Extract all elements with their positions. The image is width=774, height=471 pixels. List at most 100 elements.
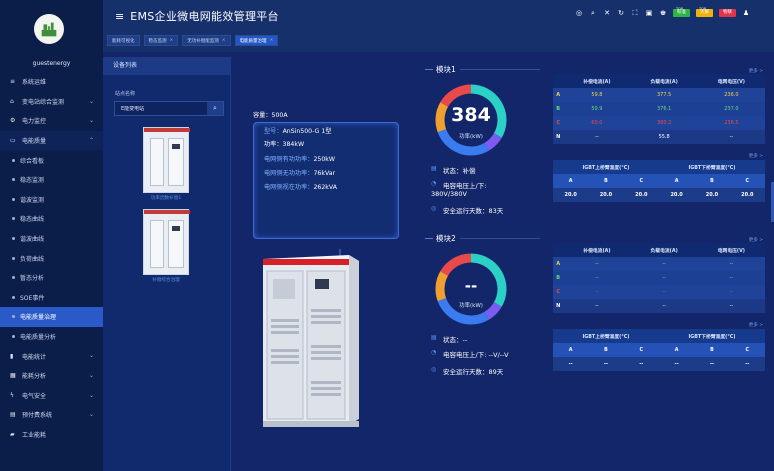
igbt-table: IGBT上桥臂温度(°C) IGBT下桥臂温度(°C) A B C A B C 20.0 20.0… [553, 160, 765, 202]
table-cell: -- [658, 357, 695, 371]
column-header: 补偿电流(A) [563, 74, 631, 88]
sidebar-item[interactable]: 电能质量治理 [0, 307, 103, 327]
search-icon[interactable]: ⌕ [207, 102, 223, 115]
gauge-icon: ◔ [431, 180, 437, 187]
sidebar-item[interactable]: ▤ 预付费系统 ⌄ [0, 405, 103, 425]
menu-icon: ≡ [10, 78, 16, 86]
breadcrumb-label: 无功补偿能监测 [187, 38, 219, 44]
sidebar-item[interactable]: 稳态曲线 [0, 209, 103, 229]
column-header: A [658, 174, 695, 188]
device-list-title: 设备列表 [103, 57, 231, 75]
table-cell: -- [563, 257, 631, 271]
chevron-icon: ⌄ [88, 352, 94, 360]
table-cell: 20.0 [588, 188, 624, 202]
module-title: 模块2 [425, 233, 540, 244]
status-badge[interactable]: TOP 大屏 [696, 7, 713, 17]
phase-name: N [553, 130, 564, 144]
device-card[interactable]: 功率因数补偿1 [143, 127, 190, 201]
chevron-icon: ⌃ [88, 136, 94, 144]
breadcrumb-tab[interactable]: 稳态监测 × [143, 35, 179, 46]
bar-chart-icon: ▮ [10, 352, 14, 360]
sidebar-item[interactable]: 综合看板 [0, 150, 103, 170]
bolt-icon: ϟ [10, 391, 14, 399]
wallet-icon: ▤ [10, 411, 16, 419]
status-badge[interactable]: TOP 标准 [673, 7, 690, 17]
table-cell: -- [697, 299, 765, 313]
fullscreen-icon[interactable]: ⛶ [631, 9, 639, 17]
sidebar-item[interactable]: 暂态分析 [0, 268, 103, 288]
sidebar-item[interactable]: ▮ 电能统计 ⌄ [0, 346, 103, 366]
device-card[interactable]: 补偿综合治理 [143, 209, 190, 283]
mute-icon[interactable]: ✕ [603, 9, 611, 17]
column-header: IGBT下桥臂温度(°C) [658, 329, 765, 343]
device-list-panel: 设备列表 站点名称 ⌕ 功率因数补偿1 补偿综合治理 [103, 57, 231, 471]
gauge-label: 功率(kW) [459, 134, 483, 140]
sidebar-item-label: 电力监控 [22, 118, 47, 126]
column-header: B [588, 174, 624, 188]
close-icon[interactable]: × [170, 38, 174, 43]
table-cell: 380.2 [630, 116, 698, 130]
voltage-wrap: 电容电压上/下: --V/--V [443, 349, 509, 359]
more-link[interactable]: 更多 > [749, 322, 763, 328]
safe-days-value: 安全运行天数：83天 [443, 207, 504, 215]
more-link[interactable]: 更多 > [749, 153, 763, 159]
hamburger-icon[interactable]: ≡ [115, 10, 124, 23]
sidebar-item[interactable]: ⌂ 变电站综合监测 ⌄ [0, 92, 103, 112]
table-cell: -- [729, 357, 765, 371]
column-header: C [729, 343, 765, 357]
column-header: C [623, 174, 659, 188]
table-cell: -- [563, 130, 631, 144]
breadcrumb-tab[interactable]: 电能质量治理 × [234, 35, 279, 46]
table-cell: 376.1 [630, 102, 698, 116]
table-cell: -- [588, 357, 624, 371]
table-cell: 59.9 [563, 102, 631, 116]
table-row: N -- 55.8 -- [553, 130, 765, 144]
sidebar-item[interactable]: ▭ 电能质量 ⌃ [0, 130, 103, 151]
safe-days-text: ◎ 安全运行天数：83天 [431, 205, 503, 215]
sidebar-item[interactable]: 负荷曲线 [0, 248, 103, 268]
sidebar-item-label: 电气安全 [22, 392, 47, 400]
badge-label: 物联 [723, 10, 732, 15]
breadcrumb-tab[interactable]: 能耗可视化 [107, 35, 140, 46]
table-row: C 60.0 380.2 236.5 [553, 116, 765, 130]
sidebar-item-label: 稳态监测 [20, 177, 45, 185]
bullet-icon [12, 237, 15, 241]
module-card: 模块1 更多 >384 功率(kW) ▤ 状态：补偿 ◔ 电容电压上/下: 380V/380V… [425, 64, 765, 219]
sidebar-item[interactable]: SOE事件 [0, 288, 103, 308]
column-header: A [553, 343, 589, 357]
breadcrumb-tab[interactable]: 无功补偿能监测 × [182, 35, 231, 46]
shirt-icon[interactable]: ♚ [659, 9, 667, 17]
table-header: IGBT上桥臂温度(°C) IGBT下桥臂温度(°C) [553, 329, 765, 343]
voltage-text: ◔ 电容电压上/下: 380V/380V [431, 180, 486, 198]
close-icon[interactable]: × [270, 38, 274, 43]
image-icon[interactable]: ▣ [645, 9, 653, 17]
app-root: guestenergy ≡ 系统运维 ⌂ 变电站综合监测 ⌄ ⚙ 电力监控 ⌄ ▭ 电能质量 ⌃ 综合… [0, 0, 774, 471]
station-input[interactable] [115, 105, 201, 112]
sidebar-item[interactable]: 谐波监测 [0, 190, 103, 210]
bullet-icon [12, 315, 15, 319]
close-icon[interactable]: × [222, 38, 226, 43]
status-text: ▤ 状态：补偿 [431, 165, 476, 175]
main-content: 设备列表 站点名称 ⌕ 功率因数补偿1 补偿综合治理 容量：500A 型号：An… [103, 52, 774, 471]
status-text: ▤ 状态：-- [431, 334, 467, 344]
sidebar-item[interactable]: ϟ 电气安全 ⌄ [0, 386, 103, 406]
column-header: A [553, 174, 589, 188]
globe-icon[interactable]: ◎ [575, 9, 583, 17]
status-badge[interactable]: 物联 [719, 9, 736, 17]
sidebar-item[interactable]: 谐波曲线 [0, 229, 103, 249]
user-icon[interactable]: ♟ [742, 9, 750, 17]
sidebar-item[interactable]: ▦ 能耗分析 ⌄ [0, 366, 103, 386]
sidebar-nav: ≡ 系统运维 ⌂ 变电站综合监测 ⌄ ⚙ 电力监控 ⌄ ▭ 电能质量 ⌃ 综合看板稳态监测谐波监测 稳态… [0, 72, 103, 464]
sidebar-item[interactable]: 电能质量分析 [0, 327, 103, 347]
sidebar-item[interactable]: ≡ 系统运维 [0, 72, 103, 92]
refresh-icon[interactable]: ↻ [617, 9, 625, 17]
device-label: 功率因数补偿1 [150, 196, 182, 201]
chevron-icon: ⌄ [88, 411, 94, 419]
search-icon[interactable]: ⌕ [589, 9, 597, 17]
table-cell: 20.0 [694, 188, 730, 202]
bullet-icon [12, 178, 15, 182]
table-cell: -- [563, 299, 631, 313]
sidebar-item[interactable]: ⚙ 电力监控 ⌄ [0, 111, 103, 131]
sidebar-item[interactable]: ▰ 工业能耗 [0, 425, 103, 445]
sidebar-item[interactable]: 稳态监测 [0, 170, 103, 190]
